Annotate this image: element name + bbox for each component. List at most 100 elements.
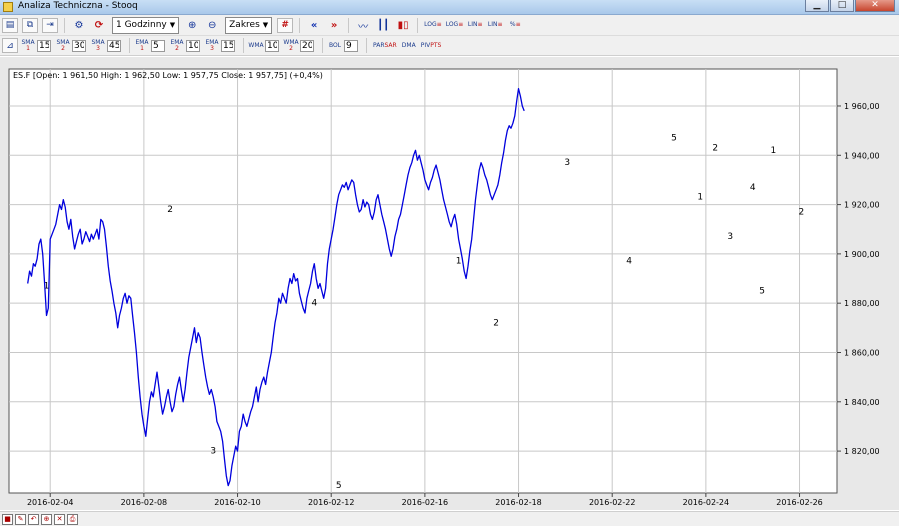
sma3-label[interactable]: SMA 3 — [90, 39, 106, 52]
y-tick-label: 1 920,00 — [844, 201, 880, 210]
wave-label: 2 — [712, 143, 718, 153]
par-sar-button[interactable]: PAR SAR — [373, 38, 397, 53]
piv-pts-button[interactable]: PIV PTS — [421, 38, 442, 53]
close-chart-icon[interactable]: ✕ — [54, 513, 65, 525]
close-button[interactable]: ✕ — [855, 0, 895, 12]
toolbar-separator — [417, 17, 419, 33]
percent-scale-button[interactable]: % ≡ — [507, 18, 523, 33]
wma1-control: WMA — [248, 39, 279, 52]
toolbar-separator — [348, 17, 350, 33]
wave-label: 3 — [727, 232, 733, 242]
wave-label: 1 — [697, 193, 703, 203]
bol-input[interactable] — [344, 39, 358, 52]
wave-label: 5 — [759, 286, 765, 296]
zoom-in-icon[interactable]: ⊕ — [184, 18, 200, 33]
wma1-label[interactable]: WMA — [248, 42, 264, 49]
refresh-icon[interactable]: ⟳ — [91, 18, 107, 33]
bol-control: BOL — [327, 39, 358, 52]
wma1-input[interactable] — [265, 39, 279, 52]
interval-select[interactable]: 1 Godzinny ▼ — [112, 16, 180, 34]
zoom-out-icon[interactable]: ⊖ — [204, 18, 220, 33]
sma2-control: SMA 2 — [55, 39, 86, 52]
layout-icon[interactable]: ▤ — [2, 17, 18, 33]
wave-label: 3 — [564, 158, 570, 168]
wma2-label[interactable]: WMA 2 — [283, 39, 299, 52]
sma2-input[interactable] — [72, 39, 86, 52]
nav-prev-button[interactable]: « — [306, 18, 322, 33]
sma1-control: SMA 1 — [20, 39, 51, 52]
sma3-input[interactable] — [107, 39, 121, 52]
window-title: Analiza Techniczna - Stooq — [18, 1, 138, 11]
draw-icon[interactable]: ✎ — [15, 513, 26, 525]
ema3-label[interactable]: EMA 3 — [204, 39, 220, 52]
sma1-label[interactable]: SMA 1 — [20, 39, 36, 52]
chevron-down-icon: ▼ — [169, 21, 176, 29]
wave-label: 3 — [210, 447, 216, 457]
ema2-label[interactable]: EMA 2 — [169, 39, 185, 52]
y-tick-label: 1 960,00 — [844, 102, 880, 111]
y-tick-label: 1 880,00 — [844, 299, 880, 308]
toolbar-separator — [299, 17, 301, 33]
y-tick-label: 1 940,00 — [844, 151, 880, 160]
range-select[interactable]: Zakres ▼ — [225, 16, 273, 34]
wave-label: 4 — [750, 183, 756, 193]
x-tick-label: 2016-02-08 — [121, 498, 168, 507]
ema1-label[interactable]: EMA 1 — [134, 39, 150, 52]
x-tick-label: 2016-02-04 — [27, 498, 74, 507]
settings-icon[interactable]: ⚙ — [71, 18, 87, 33]
y-axis: 1 820,00 1 840,00 1 860,00 1 880,00 1 900,00… — [837, 102, 880, 456]
chart-area[interactable]: 12345123451234512 1 820,00 1 840,00 1 860,… — [0, 57, 899, 510]
ema2-control: EMA 2 — [169, 39, 200, 52]
price-chart[interactable]: 12345123451234512 1 820,001 840,001 860,… — [0, 57, 899, 510]
status-bar: ■ ✎ ↶ ⊕ ✕ ⎙ — [0, 511, 899, 526]
wave-label: 5 — [671, 133, 677, 143]
indicator-toolbar: ⊿ SMA1 SMA2 SMA3 EMA1 EMA2 EMA3 WMA WMA2… — [0, 36, 899, 56]
ema3-input[interactable] — [221, 39, 235, 52]
wave-label: 1 — [456, 257, 462, 267]
ema2-input[interactable] — [186, 39, 200, 52]
ema1-control: EMA 1 — [134, 39, 165, 52]
grid-icon[interactable]: # — [277, 17, 294, 33]
nav-next-button[interactable]: » — [326, 18, 342, 33]
bar-chart-icon[interactable]: ┃┃ — [375, 18, 391, 33]
wave-label: 1 — [770, 146, 776, 156]
candle-chart-icon[interactable]: ▮▯ — [395, 18, 411, 33]
wave-label: 5 — [336, 481, 342, 491]
wma2-input[interactable] — [300, 39, 314, 52]
window-icon[interactable]: ⧉ — [22, 17, 38, 33]
dma-button[interactable]: DMA — [401, 38, 417, 53]
toolbar-separator — [322, 38, 323, 53]
maximize-button[interactable]: □ — [830, 0, 854, 12]
wave-label: 4 — [626, 257, 632, 267]
y-tick-label: 1 820,00 — [844, 447, 880, 456]
x-tick-label: 2016-02-12 — [308, 498, 355, 507]
print-icon[interactable]: ⎙ — [67, 513, 78, 525]
minimize-button[interactable]: ▁ — [805, 0, 829, 12]
wave-label: 2 — [799, 207, 805, 217]
log-scale-button[interactable]: LOG ≡ — [424, 18, 442, 33]
bol-label[interactable]: BOL — [327, 42, 343, 49]
zoom-icon[interactable]: ⊕ — [41, 513, 52, 525]
sma3-control: SMA 3 — [90, 39, 121, 52]
sma1-input[interactable] — [37, 39, 51, 52]
chevron-down-icon: ▼ — [262, 21, 269, 29]
line-chart-icon[interactable]: 〰 — [355, 18, 371, 33]
interval-value: 1 Godzinny — [116, 20, 167, 30]
log-scale-alt-button[interactable]: LOG ≡ — [446, 18, 464, 33]
plot-frame — [8, 68, 838, 494]
indicator-chart-icon[interactable]: ⊿ — [2, 38, 18, 53]
ema1-input[interactable] — [151, 39, 165, 52]
toolbar-separator — [243, 38, 244, 53]
x-tick-label: 2016-02-10 — [214, 498, 261, 507]
toolbar-separator — [129, 38, 130, 53]
app-icon — [3, 2, 13, 12]
lin-scale-button[interactable]: LIN ≡ — [467, 18, 483, 33]
x-tick-label: 2016-02-18 — [495, 498, 542, 507]
lin-scale-alt-button[interactable]: LIN ≡ — [487, 18, 503, 33]
undo-icon[interactable]: ↶ — [28, 513, 39, 525]
x-axis: 2016-02-04 2016-02-08 2016-02-10 2016-02-12… — [27, 493, 823, 507]
sma2-label[interactable]: SMA 2 — [55, 39, 71, 52]
export-icon[interactable]: ⇥ — [42, 17, 58, 33]
x-tick-label: 2016-02-26 — [776, 498, 823, 507]
save-icon[interactable]: ■ — [2, 513, 13, 525]
